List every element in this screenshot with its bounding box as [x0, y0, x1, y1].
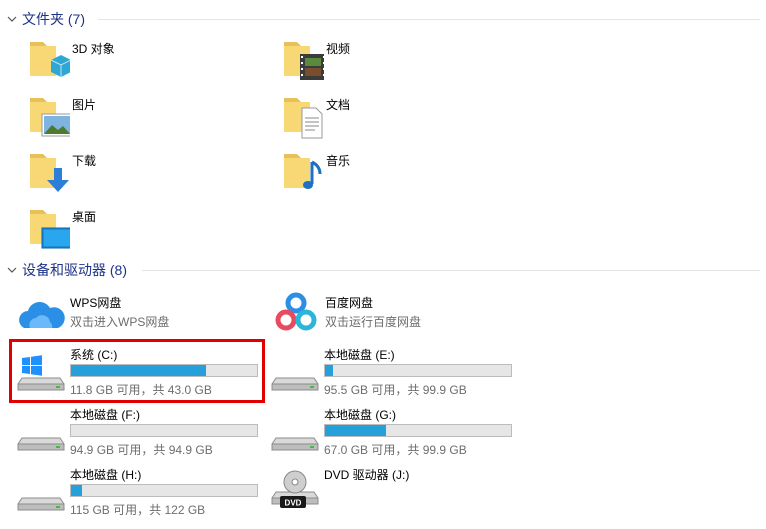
documents-folder-icon [284, 98, 323, 139]
device-name: WPS网盘 [70, 296, 122, 310]
folder-pictures[interactable]: 图片 [8, 92, 248, 144]
music-folder-icon [284, 154, 322, 189]
drive-space: 67.0 GB 可用，共 99.9 GB [324, 443, 467, 457]
drive-name: 系统 (C:) [70, 348, 118, 362]
drive-g[interactable]: 本地磁盘 (G:) 67.0 GB 可用，共 99.9 GB [262, 404, 522, 460]
folder-label: 音乐 [326, 154, 351, 168]
drive-c[interactable]: 系统 (C:) 11.8 GB 可用，共 43.0 GB [8, 344, 268, 400]
chevron-down-icon [7, 16, 17, 22]
drive-usage-bar [70, 484, 258, 497]
drive-usage-bar [324, 364, 512, 377]
drive-name: 本地磁盘 (H:) [70, 468, 142, 482]
drive-usage-fill [71, 485, 82, 496]
wps-cloud-icon [19, 302, 65, 328]
folders-group-header[interactable]: 文件夹 (7) [6, 9, 85, 29]
windows-drive-icon [17, 355, 65, 391]
hard-drive-icon [17, 437, 65, 451]
folder-label: 文档 [326, 98, 351, 112]
hard-drive-icon [271, 377, 319, 391]
drive-usage-bar [324, 424, 512, 437]
folder-3d-objects[interactable]: 3D 对象 [8, 36, 248, 88]
device-subtitle: 双击进入WPS网盘 [70, 315, 170, 329]
videos-folder-icon [284, 42, 324, 80]
drive-e[interactable]: 本地磁盘 (E:) 95.5 GB 可用，共 99.9 GB [262, 344, 522, 400]
baidu-netdisk-icon [275, 292, 317, 331]
hard-drive-icon [17, 497, 65, 511]
downloads-folder-icon [30, 154, 69, 192]
drive-space: 94.9 GB 可用，共 94.9 GB [70, 443, 213, 457]
drive-usage-fill [325, 425, 387, 436]
folders-group-divider [98, 19, 760, 20]
folder-label: 视频 [326, 42, 351, 56]
desktop-folder-icon [30, 210, 70, 249]
folder-label: 3D 对象 [72, 42, 115, 56]
dvd-drive-icon: DVD [271, 470, 319, 508]
device-wps-cloud[interactable]: WPS网盘 双击进入WPS网盘 [8, 292, 268, 348]
folder-desktop[interactable]: 桌面 [8, 204, 248, 256]
folders-group-title: 文件夹 (7) [22, 11, 85, 27]
drive-space: 11.8 GB 可用，共 43.0 GB [70, 383, 212, 397]
device-name: 百度网盘 [325, 296, 374, 310]
devices-group-title: 设备和驱动器 (8) [22, 262, 127, 278]
drive-space: 115 GB 可用，共 122 GB [70, 503, 206, 517]
pictures-folder-icon [30, 98, 70, 137]
drive-usage-bar [70, 364, 258, 377]
devices-group-header[interactable]: 设备和驱动器 (8) [6, 260, 127, 280]
device-baidu-netdisk[interactable]: 百度网盘 双击运行百度网盘 [263, 292, 523, 348]
folder-label: 图片 [72, 98, 97, 112]
svg-text:DVD: DVD [285, 499, 302, 508]
drive-h[interactable]: 本地磁盘 (H:) 115 GB 可用，共 122 GB [8, 464, 268, 520]
folder-label: 桌面 [72, 210, 97, 224]
devices-group-divider [142, 270, 760, 271]
folder-downloads[interactable]: 下载 [8, 148, 248, 200]
drive-name: DVD 驱动器 (J:) [324, 468, 410, 482]
folder-videos[interactable]: 视频 [262, 36, 502, 88]
device-subtitle: 双击运行百度网盘 [325, 315, 422, 329]
folder-label: 下载 [72, 154, 97, 168]
drive-usage-fill [325, 365, 334, 376]
chevron-down-icon [7, 267, 17, 273]
drive-space: 95.5 GB 可用，共 99.9 GB [324, 383, 467, 397]
drive-usage-bar [70, 424, 258, 437]
drive-j-dvd[interactable]: DVD DVD 驱动器 (J:) [262, 464, 522, 520]
hard-drive-icon [271, 437, 319, 451]
drive-f[interactable]: 本地磁盘 (F:) 94.9 GB 可用，共 94.9 GB [8, 404, 268, 460]
drive-name: 本地磁盘 (G:) [324, 408, 396, 422]
folder-documents[interactable]: 文档 [262, 92, 502, 144]
drive-usage-fill [71, 365, 207, 376]
drive-name: 本地磁盘 (E:) [324, 348, 395, 362]
3d-objects-folder-icon [30, 42, 70, 77]
folder-music[interactable]: 音乐 [262, 148, 502, 200]
drive-name: 本地磁盘 (F:) [70, 408, 140, 422]
